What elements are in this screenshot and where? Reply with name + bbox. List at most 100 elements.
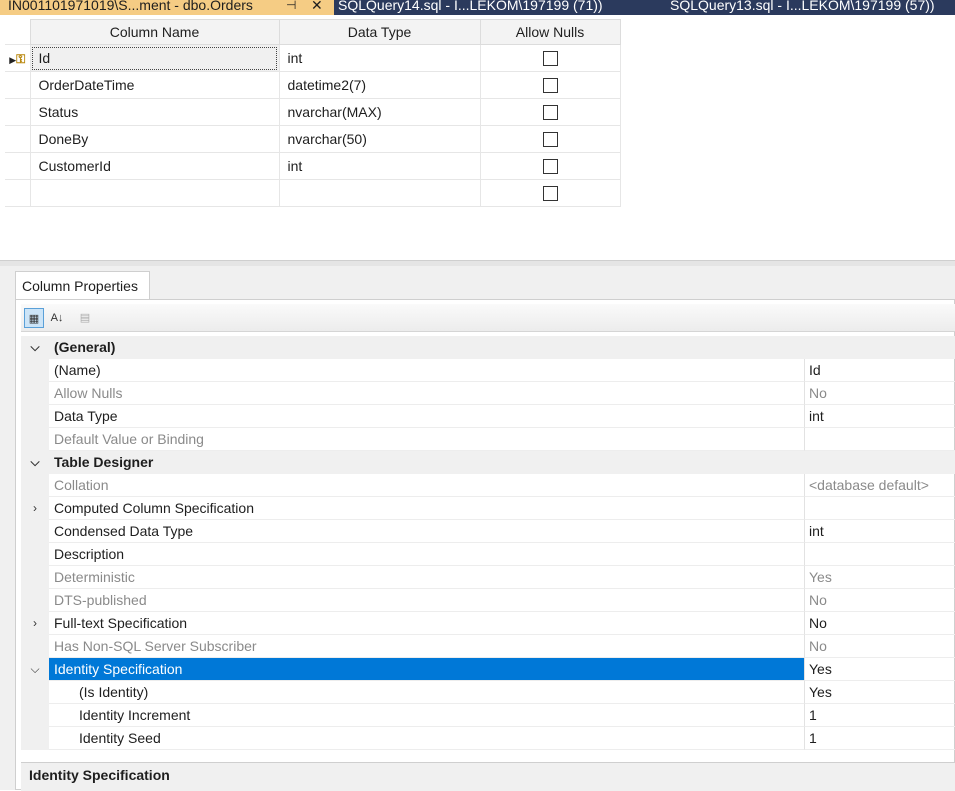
property-row[interactable]: Default Value or Binding [21, 428, 955, 451]
table-row[interactable]: CustomerId int [5, 152, 621, 180]
table-row[interactable]: OrderDateTime datetime2(7) [5, 71, 621, 99]
allow-nulls-checkbox[interactable] [542, 105, 558, 121]
property-name: Allow Nulls [49, 382, 805, 405]
column-name-cell[interactable]: CustomerId [29, 152, 280, 180]
property-row[interactable]: Condensed Data Type int [21, 520, 955, 543]
property-row[interactable]: (Is Identity) Yes [21, 681, 955, 704]
tab-sqlquery13[interactable]: SQLQuery13.sql - I...LEKOM\197199 (57)) [670, 0, 935, 15]
alphabetical-sort-icon[interactable]: A↓ [47, 308, 67, 328]
primary-key-icon: ⚿ [16, 51, 26, 66]
property-value[interactable] [805, 543, 955, 566]
property-pages-icon[interactable]: ▤ [75, 308, 95, 328]
property-value[interactable] [805, 497, 955, 520]
property-name: (Name) [49, 359, 805, 382]
row-selector[interactable] [5, 152, 31, 180]
property-value[interactable]: 1 [805, 727, 955, 750]
categorized-icon[interactable]: ▦ [24, 308, 44, 328]
table-row[interactable]: DoneBy nvarchar(50) [5, 125, 621, 153]
property-row[interactable]: Identity Increment 1 [21, 704, 955, 727]
close-icon[interactable]: ✕ [311, 0, 323, 15]
property-row-selected[interactable]: ⌵ Identity Specification Yes [21, 658, 955, 681]
chevron-down-icon[interactable]: ⌵ [21, 336, 49, 359]
property-row[interactable]: Collation <database default> [21, 474, 955, 497]
property-row[interactable]: › Computed Column Specification [21, 497, 955, 520]
allow-nulls-checkbox[interactable] [542, 132, 558, 148]
property-name: Full-text Specification [49, 612, 805, 635]
allow-nulls-cell [479, 125, 621, 153]
column-properties-area: Column Properties ▦ A↓ ▤ ⌵ (General) (Na… [0, 266, 955, 791]
category-label: Table Designer [49, 451, 955, 474]
property-value[interactable]: 1 [805, 704, 955, 727]
property-name: Deterministic [49, 566, 805, 589]
property-row[interactable]: DTS-published No [21, 589, 955, 612]
property-row[interactable]: Description [21, 543, 955, 566]
property-row[interactable]: Has Non-SQL Server Subscriber No [21, 635, 955, 658]
row-selector[interactable]: ▶⚿ [5, 44, 31, 72]
pin-icon[interactable]: ⊣ [286, 0, 296, 15]
property-value[interactable]: Yes [805, 681, 955, 704]
columns-grid: Column Name Data Type Allow Nulls ▶⚿ Id … [5, 19, 621, 207]
allow-nulls-cell [479, 152, 621, 180]
allow-nulls-cell [479, 98, 621, 126]
tab-label: IN001101971019\S...ment - dbo.Orders [8, 0, 253, 13]
allow-nulls-checkbox[interactable] [542, 186, 558, 202]
allow-nulls-cell [479, 44, 621, 72]
allow-nulls-header[interactable]: Allow Nulls [479, 19, 621, 45]
column-name-cell[interactable]: Id [29, 44, 280, 72]
row-selector[interactable] [5, 179, 31, 207]
data-type-cell[interactable]: datetime2(7) [278, 71, 481, 99]
column-name-cell[interactable]: OrderDateTime [29, 71, 280, 99]
property-value: No [805, 635, 955, 658]
allow-nulls-checkbox[interactable] [542, 51, 558, 67]
data-type-cell[interactable]: int [278, 44, 481, 72]
column-name-cell[interactable]: DoneBy [29, 125, 280, 153]
property-row[interactable]: Data Type int [21, 405, 955, 428]
row-selector[interactable] [5, 125, 31, 153]
chevron-right-icon[interactable]: › [21, 612, 49, 635]
property-value[interactable]: int [805, 520, 955, 543]
data-type-header[interactable]: Data Type [278, 19, 481, 45]
row-selector[interactable] [5, 98, 31, 126]
column-name-header[interactable]: Column Name [29, 19, 280, 45]
data-type-cell[interactable]: int [278, 152, 481, 180]
property-row[interactable]: (Name) Id [21, 359, 955, 382]
property-value[interactable]: Yes [805, 658, 955, 681]
property-row[interactable]: Deterministic Yes [21, 566, 955, 589]
column-name-cell[interactable] [29, 179, 280, 207]
chevron-right-icon[interactable]: › [21, 497, 49, 520]
property-value[interactable]: Id [805, 359, 955, 382]
chevron-down-icon[interactable]: ⌵ [21, 451, 49, 474]
property-value[interactable]: int [805, 405, 955, 428]
allow-nulls-cell [479, 179, 621, 207]
property-name: Identity Specification [49, 658, 805, 681]
allow-nulls-checkbox[interactable] [542, 78, 558, 94]
column-name-cell[interactable]: Status [29, 98, 280, 126]
property-value[interactable]: No [805, 612, 955, 635]
property-row[interactable]: Identity Seed 1 [21, 727, 955, 750]
data-type-cell[interactable]: nvarchar(50) [278, 125, 481, 153]
tab-sqlquery14[interactable]: SQLQuery14.sql - I...LEKOM\197199 (71)) [338, 0, 603, 15]
table-row-new[interactable] [5, 179, 621, 207]
property-value [805, 428, 955, 451]
document-tab-strip: IN001101971019\S...ment - dbo.Orders ⊣ ✕… [0, 0, 955, 15]
property-name: Has Non-SQL Server Subscriber [49, 635, 805, 658]
row-selector[interactable] [5, 71, 31, 99]
data-type-cell[interactable] [278, 179, 481, 207]
tab-column-properties[interactable]: Column Properties [15, 271, 150, 299]
property-row[interactable]: › Full-text Specification No [21, 612, 955, 635]
category-label: (General) [49, 336, 955, 359]
table-row[interactable]: ▶⚿ Id int [5, 44, 621, 72]
table-row[interactable]: Status nvarchar(MAX) [5, 98, 621, 126]
property-name: Description [49, 543, 805, 566]
data-type-cell[interactable]: nvarchar(MAX) [278, 98, 481, 126]
tab-orders-design[interactable]: IN001101971019\S...ment - dbo.Orders ⊣ ✕ [0, 0, 334, 15]
column-properties-panel: ▦ A↓ ▤ ⌵ (General) (Name) Id Allow Nulls… [15, 299, 955, 791]
property-row[interactable]: Allow Nulls No [21, 382, 955, 405]
property-grid: ⌵ (General) (Name) Id Allow Nulls No Dat… [21, 336, 955, 753]
category-general[interactable]: ⌵ (General) [21, 336, 955, 359]
category-table-designer[interactable]: ⌵ Table Designer [21, 451, 955, 474]
property-value: No [805, 382, 955, 405]
allow-nulls-checkbox[interactable] [542, 159, 558, 175]
chevron-down-icon[interactable]: ⌵ [21, 658, 49, 681]
property-name: Default Value or Binding [49, 428, 805, 451]
